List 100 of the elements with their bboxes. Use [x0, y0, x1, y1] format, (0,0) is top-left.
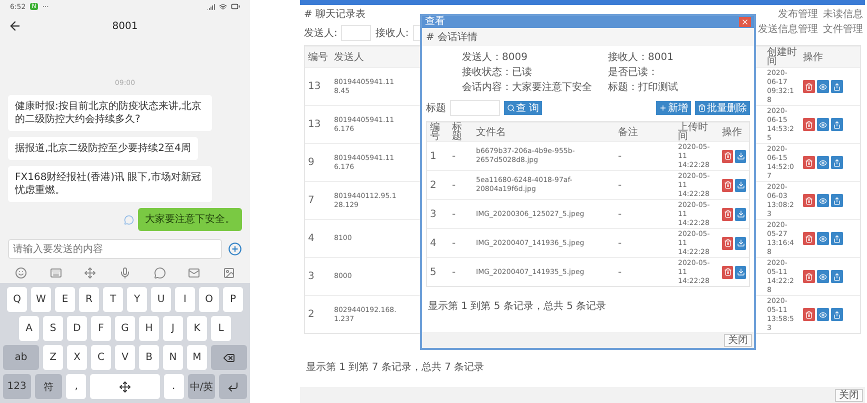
speech-bubble-icon[interactable] — [154, 267, 166, 279]
back-icon[interactable] — [8, 19, 22, 34]
keyboard-key[interactable]: R — [79, 287, 99, 312]
keyboard-key[interactable]: 123 — [3, 374, 31, 399]
share-button[interactable] — [831, 270, 843, 283]
view-button[interactable] — [817, 270, 829, 283]
close-button[interactable]: 关闭 — [835, 388, 863, 402]
download-button[interactable] — [735, 208, 746, 220]
microphone-icon[interactable] — [118, 267, 131, 279]
message-input[interactable]: 请输入要发送的内容 — [8, 239, 222, 259]
keyboard-key[interactable]: 符 — [34, 374, 62, 399]
share-icon — [833, 272, 841, 280]
chat-bubble-icon — [124, 214, 134, 224]
keyboard-key[interactable]: K — [187, 316, 207, 341]
delete-button[interactable] — [803, 270, 815, 283]
view-button[interactable] — [817, 156, 829, 169]
keyboard-key[interactable]: D — [67, 316, 87, 341]
keyboard-key[interactable]: M — [187, 345, 207, 370]
keyboard-key[interactable]: V — [115, 345, 135, 370]
delete-button[interactable] — [803, 156, 815, 169]
keyboard-icon[interactable] — [50, 267, 62, 279]
keyboard-key[interactable]: A — [19, 316, 39, 341]
keyboard-key[interactable]: . — [164, 374, 184, 399]
keyboard-key[interactable]: B — [139, 345, 159, 370]
view-button[interactable] — [817, 194, 829, 207]
image-icon[interactable] — [222, 267, 235, 279]
search-input[interactable] — [450, 100, 500, 116]
column-header: 标题 — [451, 123, 463, 141]
download-button[interactable] — [735, 266, 746, 278]
keyboard-key[interactable]: C — [91, 345, 111, 370]
close-button[interactable]: 关闭 — [724, 334, 752, 346]
delete-button[interactable] — [803, 308, 815, 321]
info-field: 接收状态：已读 — [462, 65, 608, 79]
close-button[interactable] — [739, 17, 751, 27]
signal-icon — [207, 2, 215, 11]
keyboard-key[interactable]: H — [139, 316, 159, 341]
delete-button[interactable] — [803, 80, 815, 93]
eye-icon — [819, 310, 827, 318]
nav-tab[interactable]: 发布管理 — [778, 7, 818, 21]
keyboard-key[interactable]: O — [199, 287, 219, 312]
trash-icon — [724, 210, 732, 218]
add-button[interactable]: 新增 — [656, 101, 691, 115]
keyboard-key[interactable]: I — [175, 287, 195, 312]
table-cell-text: 4 — [429, 238, 438, 248]
view-button[interactable] — [817, 308, 829, 321]
delete-button[interactable] — [722, 150, 733, 162]
view-button[interactable] — [817, 232, 829, 245]
add-icon[interactable] — [228, 242, 242, 256]
keyboard-key[interactable]: 中/英 — [188, 374, 216, 399]
batch-delete-button[interactable]: 批量删除 — [695, 101, 750, 115]
delete-button[interactable] — [722, 208, 733, 220]
download-button[interactable] — [735, 236, 746, 250]
keyboard-key[interactable]: Y — [127, 287, 147, 312]
share-button[interactable] — [831, 118, 843, 131]
delete-button[interactable] — [803, 118, 815, 131]
keyboard-key[interactable] — [211, 345, 247, 370]
keyboard-key[interactable]: T — [103, 287, 123, 312]
table-cell-text: 3 — [429, 210, 438, 218]
keyboard-key[interactable]: S — [43, 316, 63, 341]
keyboard-key[interactable]: U — [151, 287, 171, 312]
keyboard-key[interactable]: Z — [43, 345, 63, 370]
delete-button[interactable] — [803, 194, 815, 207]
delete-button[interactable] — [722, 266, 733, 278]
mail-icon[interactable] — [188, 267, 200, 279]
delete-button[interactable] — [722, 178, 733, 192]
keyboard-key[interactable]: F — [91, 316, 111, 341]
keyboard-key[interactable]: J — [163, 316, 183, 341]
nav-tab[interactable]: 未读信息 — [823, 7, 863, 21]
delete-button[interactable] — [803, 232, 815, 245]
emoji-icon[interactable] — [15, 267, 28, 279]
delete-button[interactable] — [722, 236, 733, 250]
keyboard-key[interactable]: L — [211, 316, 231, 341]
share-button[interactable] — [831, 156, 843, 169]
keyboard-key[interactable]: , — [66, 374, 86, 399]
table-cell-text: - — [451, 152, 457, 160]
keyboard-key[interactable]: P — [223, 287, 243, 312]
share-button[interactable] — [831, 232, 843, 245]
keyboard-key[interactable] — [90, 374, 160, 399]
keyboard-key[interactable]: W — [31, 287, 51, 312]
download-button[interactable] — [735, 150, 746, 162]
keyboard-key[interactable]: E — [55, 287, 75, 312]
trash-icon — [724, 239, 732, 247]
share-button[interactable] — [831, 194, 843, 207]
search-button[interactable]: 查 询 — [504, 101, 542, 115]
keyboard-key[interactable]: X — [67, 345, 87, 370]
filter-input[interactable] — [341, 25, 372, 41]
keyboard-key[interactable]: N — [163, 345, 183, 370]
nav-tab[interactable]: 文件管理 — [823, 22, 863, 36]
view-button[interactable] — [817, 80, 829, 93]
nav-tab[interactable]: 发送信息管理 — [758, 22, 818, 36]
share-button[interactable] — [831, 80, 843, 93]
keyboard-key[interactable]: ab — [3, 345, 39, 370]
keyboard-key[interactable]: G — [115, 316, 135, 341]
keyboard-key[interactable]: Q — [7, 287, 27, 312]
download-button[interactable] — [735, 178, 746, 192]
share-button[interactable] — [831, 308, 843, 321]
column-header: 创建时间 — [766, 48, 798, 66]
view-button[interactable] — [817, 118, 829, 131]
keyboard-key[interactable] — [219, 374, 247, 399]
info-field: 发送人：8009 — [462, 50, 608, 64]
